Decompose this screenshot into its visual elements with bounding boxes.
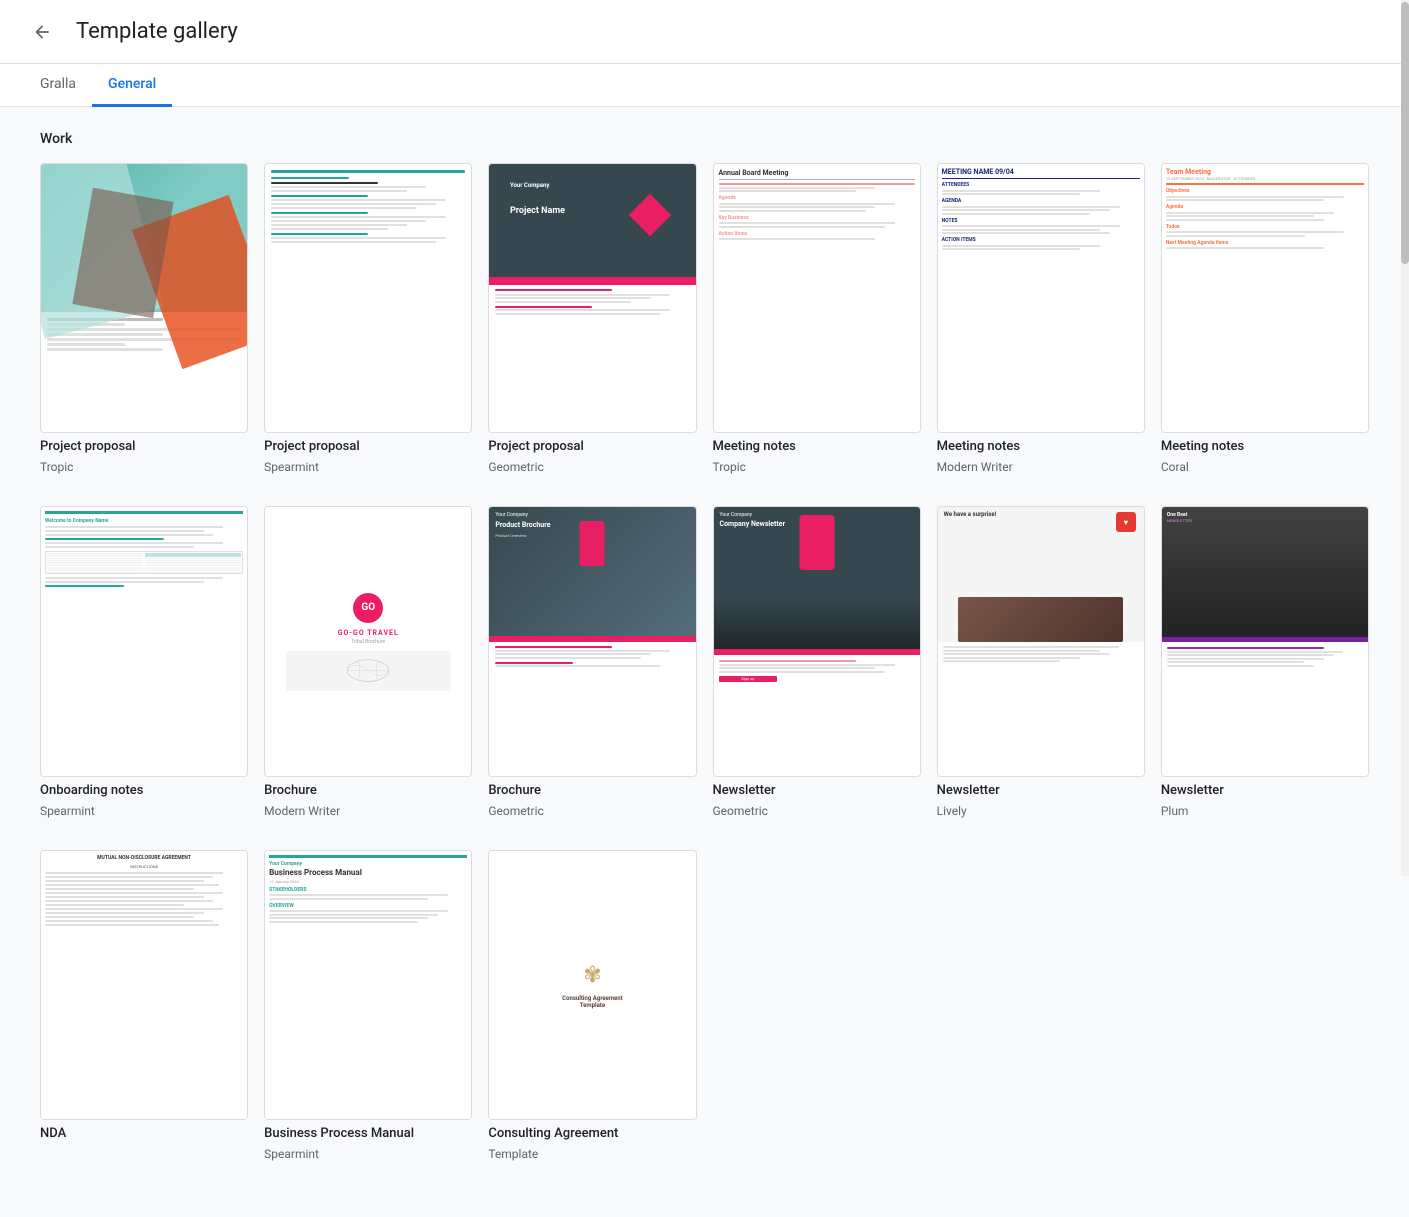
template-name-15: Consulting Agreement — [488, 1126, 696, 1141]
template-card-meeting-notes-coral[interactable]: Team Meeting 19 SEPTEMBER 2024 · MODERAT… — [1161, 163, 1369, 474]
template-sub-1: Tropic — [40, 460, 248, 474]
template-name-9: Brochure — [488, 783, 696, 798]
template-sub-10: Geometric — [713, 804, 921, 818]
map-icon — [286, 651, 451, 691]
brochure-logo-icon: GO — [353, 593, 383, 623]
template-sub-4: Tropic — [713, 460, 921, 474]
template-sub-3: Geometric — [488, 460, 696, 474]
template-name-1: Project proposal — [40, 439, 248, 454]
template-sub-8: Modern Writer — [264, 804, 472, 818]
template-thumb-12[interactable]: One Beat NEWSLETTER — [1161, 506, 1369, 776]
template-name-4: Meeting notes — [713, 439, 921, 454]
template-grid-row1: Project proposal Tropic — [40, 163, 1369, 474]
template-thumb-11[interactable]: We have a surprise! ♥ — [937, 506, 1145, 776]
template-thumb-10[interactable]: Your Company Company Newsletter Sign up — [713, 506, 921, 776]
template-sub-12: Plum — [1161, 804, 1369, 818]
scrollbar-thumb[interactable] — [1401, 2, 1409, 265]
template-grid-row3: MUTUAL NON-DISCLOSURE AGREEMENT INSTRUCT… — [40, 850, 1369, 1161]
template-name-8: Brochure — [264, 783, 472, 798]
tab-bar: Gralla General — [0, 64, 1409, 107]
template-thumb-9[interactable]: Your Company Product Brochure Product Ov… — [488, 506, 696, 776]
template-thumb-3[interactable]: Your Company Project Name — [488, 163, 696, 433]
scrollbar[interactable] — [1401, 0, 1409, 876]
template-thumb-6[interactable]: Team Meeting 19 SEPTEMBER 2024 · MODERAT… — [1161, 163, 1369, 433]
template-card-project-proposal-spearmint[interactable]: Project proposal Spearmint — [264, 163, 472, 474]
template-card-meeting-notes-tropic[interactable]: Annual Board Meeting Agenda Key Business… — [713, 163, 921, 474]
template-sub-5: Modern Writer — [937, 460, 1145, 474]
template-card-brochure-mw[interactable]: GO GO-GO TRAVEL Tribal Brochure — [264, 506, 472, 817]
template-name-7: Onboarding notes — [40, 783, 248, 798]
template-name-3: Project proposal — [488, 439, 696, 454]
template-name-2: Project proposal — [264, 439, 472, 454]
template-card-newsletter-plum[interactable]: One Beat NEWSLETTER — [1161, 506, 1369, 817]
template-thumb-4[interactable]: Annual Board Meeting Agenda Key Business… — [713, 163, 921, 433]
template-sub-15: Template — [488, 1147, 696, 1161]
template-grid-row2: Welcome to Company Name — [40, 506, 1369, 817]
section-title-work: Work — [40, 131, 1369, 147]
template-card-meeting-notes-mw[interactable]: MEETING NAME 09/04 ATTENDEES AGENDA NOTE… — [937, 163, 1145, 474]
template-card-project-proposal-geo[interactable]: Your Company Project Name — [488, 163, 696, 474]
template-name-10: Newsletter — [713, 783, 921, 798]
template-card-brochure-geo[interactable]: Your Company Product Brochure Product Ov… — [488, 506, 696, 817]
template-thumb-15[interactable]: ✾ Consulting AgreementTemplate — [488, 850, 696, 1120]
template-card-onboarding-spearmint[interactable]: Welcome to Company Name — [40, 506, 248, 817]
ornament-icon: ✾ — [577, 961, 607, 991]
template-thumb-13[interactable]: MUTUAL NON-DISCLOSURE AGREEMENT INSTRUCT… — [40, 850, 248, 1120]
template-card-newsletter-lively[interactable]: We have a surprise! ♥ — [937, 506, 1145, 817]
template-sub-7: Spearmint — [40, 804, 248, 818]
template-card-nda[interactable]: MUTUAL NON-DISCLOSURE AGREEMENT INSTRUCT… — [40, 850, 248, 1161]
template-card-bpm[interactable]: Your Company Business Process Manual 17 … — [264, 850, 472, 1161]
template-sub-6: Coral — [1161, 460, 1369, 474]
template-thumb-8[interactable]: GO GO-GO TRAVEL Tribal Brochure — [264, 506, 472, 776]
header: Template gallery — [0, 0, 1409, 64]
tab-gralla[interactable]: Gralla — [24, 64, 92, 107]
template-sub-9: Geometric — [488, 804, 696, 818]
main-content: Work — [0, 107, 1409, 1217]
tab-general[interactable]: General — [92, 64, 172, 107]
template-name-14: Business Process Manual — [264, 1126, 472, 1141]
template-card-project-proposal-tropic[interactable]: Project proposal Tropic — [40, 163, 248, 474]
template-sub-11: Lively — [937, 804, 1145, 818]
template-card-consulting[interactable]: ✾ Consulting AgreementTemplate Consultin… — [488, 850, 696, 1161]
template-thumb-1[interactable] — [40, 163, 248, 433]
template-card-newsletter-geo[interactable]: Your Company Company Newsletter Sign up — [713, 506, 921, 817]
back-button[interactable] — [24, 14, 60, 50]
template-name-6: Meeting notes — [1161, 439, 1369, 454]
template-name-5: Meeting notes — [937, 439, 1145, 454]
template-name-12: Newsletter — [1161, 783, 1369, 798]
template-name-13: NDA — [40, 1126, 248, 1141]
page-title: Template gallery — [76, 19, 238, 44]
template-thumb-14[interactable]: Your Company Business Process Manual 17 … — [264, 850, 472, 1120]
template-thumb-5[interactable]: MEETING NAME 09/04 ATTENDEES AGENDA NOTE… — [937, 163, 1145, 433]
template-sub-14: Spearmint — [264, 1147, 472, 1161]
template-thumb-7[interactable]: Welcome to Company Name — [40, 506, 248, 776]
template-thumb-2[interactable] — [264, 163, 472, 433]
template-name-11: Newsletter — [937, 783, 1145, 798]
template-sub-2: Spearmint — [264, 460, 472, 474]
